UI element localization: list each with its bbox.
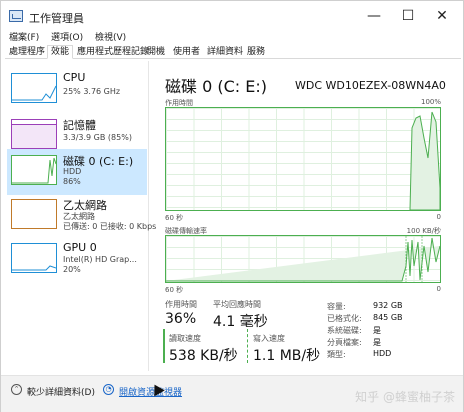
- sidebar-item-disk0[interactable]: 磁碟 0 (C: E:) HDD 86%: [7, 149, 147, 195]
- menu-options[interactable]: 選項(O): [51, 30, 83, 43]
- menu-bar: 檔案(F) 選項(O) 檢視(V): [1, 29, 463, 43]
- active-time-graph: [165, 107, 441, 211]
- gpu-mini-graph-line: [12, 265, 57, 271]
- disk-mini-graph-line: [12, 157, 57, 184]
- sidebar-item-label: GPU 0: [63, 241, 97, 254]
- sidebar-item-detail: HDD: [63, 167, 82, 176]
- ethernet-mini-graph: [11, 199, 57, 229]
- sidebar-item-cpu[interactable]: CPU 25% 3.76 GHz: [7, 67, 147, 113]
- sidebar-item-detail: 已傳送: 0 已接收: 0 Kbps: [63, 222, 157, 231]
- sidebar-item-detail: 25% 3.76 GHz: [63, 87, 121, 96]
- sidebar-item-detail: 20%: [63, 265, 81, 274]
- transfer-rate-graph: [165, 235, 441, 283]
- gpu-mini-graph: [11, 243, 57, 273]
- write-speed-value: 1.1 MB/秒: [253, 348, 321, 364]
- tab-performance[interactable]: 效能: [47, 45, 74, 59]
- prop-type-key: 類型:: [327, 350, 346, 359]
- graph-active-time-x-right: 0: [436, 213, 441, 221]
- task-manager-icon: [9, 10, 23, 22]
- sidebar-item-detail: 86%: [63, 177, 81, 186]
- sidebar-item-detail: 3.3/3.9 GB (85%): [63, 133, 132, 142]
- prop-type-value: HDD: [373, 349, 392, 358]
- title-bar: 工作管理員 — ☐ ✕: [1, 1, 463, 31]
- tab-startup[interactable]: 開機: [143, 45, 169, 59]
- prop-formatted-value: 845 GB: [373, 313, 403, 322]
- graph-transfer-x-left: 60 秒: [165, 286, 184, 294]
- sidebar-item-gpu[interactable]: GPU 0 Intel(R) HD Grap... 20%: [7, 237, 147, 283]
- prop-capacity-key: 容量:: [327, 302, 346, 311]
- disk-mini-graph: [11, 155, 57, 185]
- transfer-rate-graph-line: [166, 236, 440, 282]
- tab-bar: 處理程序 效能 應用程式歷程記錄 開機 使用者 詳細資料 服務: [5, 43, 461, 59]
- tab-processes[interactable]: 處理程序: [5, 45, 49, 59]
- window-title: 工作管理員: [29, 12, 84, 25]
- graph-transfer-x-right: 0: [436, 285, 441, 293]
- memory-mini-fill: [12, 124, 56, 148]
- sidebar-item-ethernet[interactable]: 乙太網路 乙太網路 已傳送: 0 已接收: 0 Kbps: [7, 193, 156, 239]
- menu-view[interactable]: 檢視(V): [95, 30, 126, 43]
- disk-detail-panel: 磁碟 0 (C: E:) WDC WD10EZEX-08WN4A0 作用時間 1…: [151, 61, 463, 371]
- active-time-value: 36%: [165, 311, 197, 327]
- page-title: 磁碟 0 (C: E:): [165, 77, 267, 96]
- cpu-mini-graph: [11, 73, 57, 103]
- prop-page-file-value: 是: [373, 338, 381, 347]
- write-speed-bar: [247, 329, 249, 363]
- prop-formatted-key: 已格式化:: [327, 314, 362, 323]
- sidebar-item-detail: Intel(R) HD Grap...: [63, 255, 137, 264]
- prop-capacity-value: 932 GB: [373, 301, 403, 310]
- resource-sidebar: CPU 25% 3.76 GHz 記憶體 3.3/3.9 GB (85%) 磁碟…: [5, 61, 156, 371]
- sidebar-item-label: CPU: [63, 71, 86, 84]
- fewer-details-link[interactable]: 較少詳細資料(D): [27, 385, 95, 398]
- maximize-button[interactable]: ☐: [391, 4, 425, 28]
- close-button[interactable]: ✕: [425, 4, 459, 28]
- read-speed-value: 538 KB/秒: [169, 348, 238, 364]
- graph-active-time-max: 100%: [420, 98, 441, 106]
- resource-monitor-icon: ◔: [103, 384, 114, 395]
- footer-bar: ⌃ 較少詳細資料(D) ◔ 開啟資源監視器 知乎 @蜂蜜柚子茶: [1, 375, 463, 412]
- tab-details[interactable]: 詳細資料: [203, 45, 247, 59]
- response-time-label: 平均回應時間: [213, 300, 261, 309]
- graph-active-time-x-left: 60 秒: [165, 214, 184, 222]
- sidebar-item-label: 記憶體: [63, 119, 96, 132]
- minimize-button[interactable]: —: [357, 4, 391, 28]
- task-manager-window: 工作管理員 — ☐ ✕ 檔案(F) 選項(O) 檢視(V) 處理程序 效能 應用…: [0, 0, 464, 412]
- read-speed-label: 讀取速度: [169, 334, 201, 343]
- tab-app-history[interactable]: 應用程式歷程記錄: [73, 45, 153, 59]
- tab-services[interactable]: 服務: [243, 45, 269, 59]
- prop-system-disk-key: 系統磁碟:: [327, 326, 362, 335]
- active-time-graph-line: [409, 111, 440, 210]
- watermark: 知乎 @蜂蜜柚子茶: [355, 390, 455, 404]
- tab-users[interactable]: 使用者: [169, 45, 204, 59]
- cpu-mini-graph-line: [12, 85, 57, 101]
- active-time-label: 作用時間: [165, 300, 197, 309]
- prop-page-file-key: 分頁檔案:: [327, 338, 362, 347]
- prop-system-disk-value: 是: [373, 326, 381, 335]
- menu-file[interactable]: 檔案(F): [9, 30, 39, 43]
- write-speed-label: 寫入速度: [253, 334, 285, 343]
- memory-mini-graph: [11, 119, 57, 149]
- chevron-up-icon[interactable]: ⌃: [11, 384, 22, 395]
- disk-model: WDC WD10EZEX-08WN4A0: [295, 79, 446, 92]
- read-speed-bar: [163, 329, 165, 363]
- response-time-value: 4.1 毫秒: [213, 314, 268, 330]
